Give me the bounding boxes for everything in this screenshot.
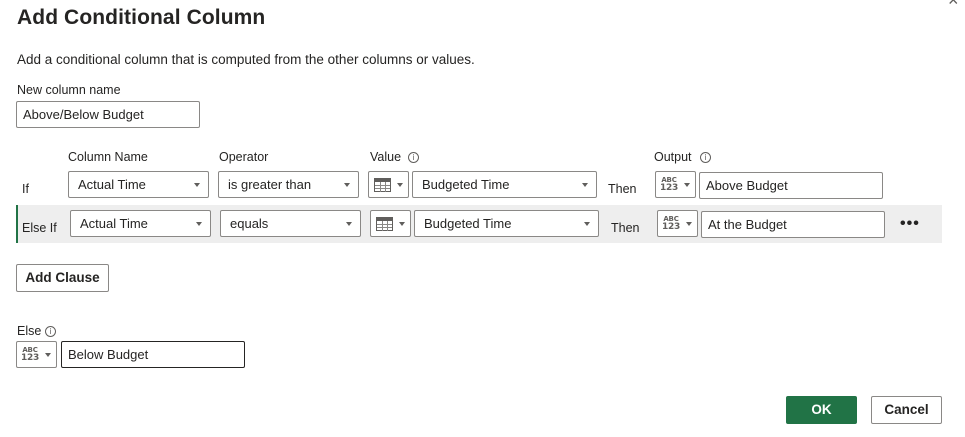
dialog-description: Add a conditional column that is compute… — [17, 52, 475, 67]
column-name-header: Column Name — [68, 150, 148, 164]
value-header: Value — [370, 150, 402, 164]
if-value-dropdown[interactable]: Budgeted Time — [412, 171, 597, 198]
if-value-type-picker[interactable] — [368, 171, 409, 198]
new-column-name-input[interactable]: Above/Below Budget — [16, 101, 200, 128]
abc-123-type-icon: ABC 123 — [21, 346, 39, 363]
else-if-value-type-picker[interactable] — [370, 210, 411, 237]
if-label: If — [22, 182, 29, 196]
else-if-operator-dropdown[interactable]: equals — [220, 210, 361, 237]
chevron-down-icon — [684, 183, 690, 187]
abc-123-type-icon: ABC 123 — [662, 215, 680, 232]
else-if-column-dropdown[interactable]: Actual Time — [70, 210, 211, 237]
dialog-title: Add Conditional Column — [17, 6, 266, 29]
chevron-down-icon — [196, 222, 202, 226]
else-if-then-label: Then — [611, 221, 640, 235]
if-then-label: Then — [608, 182, 637, 196]
else-label: Else — [17, 324, 42, 338]
operator-header: Operator — [219, 150, 269, 164]
output-header: Output — [654, 150, 692, 164]
chevron-down-icon — [346, 222, 352, 226]
more-options-button[interactable]: ••• — [900, 216, 920, 232]
if-column-dropdown[interactable]: Actual Time — [68, 171, 209, 198]
chevron-down-icon — [582, 183, 588, 187]
else-if-output-input[interactable]: At the Budget — [701, 211, 885, 238]
add-clause-button[interactable]: Add Clause — [16, 264, 109, 292]
chevron-down-icon — [686, 222, 692, 226]
if-value-value: Budgeted Time — [422, 177, 510, 192]
else-info-icon[interactable]: i — [45, 326, 56, 337]
abc-123-type-icon: ABC 123 — [660, 176, 678, 193]
if-output-type-picker[interactable]: ABC 123 — [655, 171, 696, 198]
chevron-down-icon — [397, 183, 403, 187]
else-if-label: Else If — [22, 221, 57, 235]
new-column-name-label: New column name — [17, 83, 121, 97]
else-output-type-picker[interactable]: ABC 123 — [16, 341, 57, 368]
chevron-down-icon — [45, 353, 51, 357]
if-column-value: Actual Time — [78, 177, 146, 192]
else-output-input[interactable]: Below Budget — [61, 341, 245, 368]
close-icon[interactable]: × — [948, 0, 959, 9]
else-if-value-value: Budgeted Time — [424, 216, 512, 231]
column-table-icon — [374, 178, 391, 192]
if-operator-dropdown[interactable]: is greater than — [218, 171, 359, 198]
output-info-icon[interactable]: i — [700, 152, 711, 163]
else-if-column-value: Actual Time — [80, 216, 148, 231]
if-output-input[interactable]: Above Budget — [699, 172, 883, 199]
add-conditional-column-dialog: Add Conditional Column × Add a condition… — [0, 0, 965, 437]
ok-button[interactable]: OK — [786, 396, 857, 424]
else-if-value-dropdown[interactable]: Budgeted Time — [414, 210, 599, 237]
chevron-down-icon — [194, 183, 200, 187]
chevron-down-icon — [344, 183, 350, 187]
chevron-down-icon — [584, 222, 590, 226]
chevron-down-icon — [399, 222, 405, 226]
else-if-operator-value: equals — [230, 216, 269, 231]
cancel-button[interactable]: Cancel — [871, 396, 942, 424]
else-if-output-type-picker[interactable]: ABC 123 — [657, 210, 698, 237]
if-operator-value: is greater than — [228, 177, 312, 192]
value-info-icon[interactable]: i — [408, 152, 419, 163]
column-table-icon — [376, 217, 393, 231]
